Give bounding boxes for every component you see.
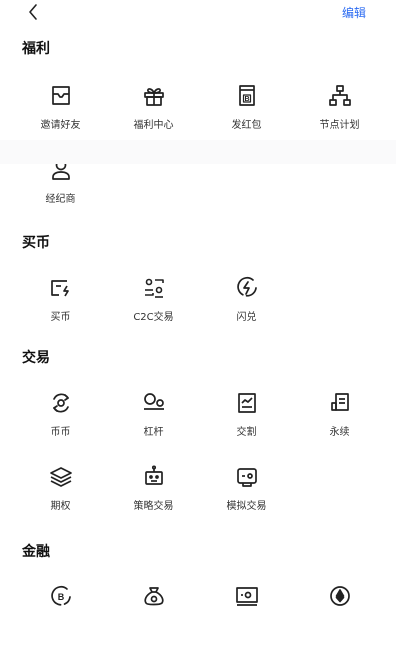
menu-item-label: 发红包 — [231, 120, 262, 131]
menu-item-finance-1[interactable]: B — [14, 576, 107, 650]
menu-item-buy-crypto[interactable]: 买币 — [14, 268, 107, 342]
menu-item-spot[interactable]: 币币 — [14, 383, 107, 457]
menu-item-delivery[interactable]: 交割 — [200, 383, 293, 457]
menu-item-label: 交割 — [236, 427, 257, 438]
menu-item-strategy-trading[interactable]: 策略交易 — [107, 457, 200, 531]
menu-item-label: 期权 — [50, 501, 71, 512]
section-title-welfare: 福利 — [22, 41, 50, 57]
red-packet-icon: B — [233, 82, 261, 110]
menu-item-label: 币币 — [50, 427, 71, 438]
menu-item-label: 模拟交易 — [226, 501, 267, 512]
perpetual-doc-icon — [326, 389, 354, 417]
menu-item-invite-friends[interactable]: 邀请好友 — [14, 76, 107, 150]
money-bag-icon — [140, 582, 168, 610]
menu-item-demo-trading[interactable]: 模拟交易 — [200, 457, 293, 531]
menu-item-finance-3[interactable] — [200, 576, 293, 650]
section-title-buy-crypto: 买币 — [22, 235, 50, 251]
section-title-trade: 交易 — [22, 350, 50, 366]
menu-item-label: C2C交易 — [133, 312, 174, 323]
menu-item-c2c[interactable]: C2C交易 — [107, 268, 200, 342]
back-chevron-icon[interactable] — [24, 2, 44, 22]
trade-grid: 币币 杠杆 交割 永续 期权 策略交易 模拟交易 — [14, 383, 386, 531]
menu-item-red-packet[interactable]: B 发红包 — [200, 76, 293, 150]
node-network-icon — [326, 82, 354, 110]
section-title-finance: 金融 — [22, 544, 50, 560]
delivery-chart-icon — [233, 389, 261, 417]
demo-trade-icon — [233, 463, 261, 491]
layers-icon — [47, 463, 75, 491]
menu-item-label: 经纪商 — [45, 194, 76, 205]
menu-item-welfare-center[interactable]: 福利中心 — [107, 76, 200, 150]
cash-icon — [233, 582, 261, 610]
menu-item-label: 杠杆 — [143, 427, 164, 438]
buy-crypto-grid: 买币 C2C交易 闪兑 — [14, 268, 386, 342]
menu-item-label: 永续 — [329, 427, 350, 438]
menu-item-perpetual[interactable]: 永续 — [293, 383, 386, 457]
menu-item-flash-swap[interactable]: 闪兑 — [200, 268, 293, 342]
menu-item-label: 邀请好友 — [40, 120, 81, 131]
spot-exchange-icon — [47, 389, 75, 417]
margin-icon — [140, 389, 168, 417]
c2c-icon — [140, 274, 168, 302]
buy-crypto-icon — [47, 274, 75, 302]
menu-item-label: 节点计划 — [319, 120, 360, 131]
menu-item-finance-4[interactable] — [293, 576, 386, 650]
menu-item-label: 闪兑 — [236, 312, 257, 323]
menu-item-label: 买币 — [50, 312, 71, 323]
robot-icon — [140, 463, 168, 491]
svg-text:B: B — [57, 592, 64, 602]
flash-swap-icon — [233, 274, 261, 302]
menu-item-label: 策略交易 — [133, 501, 174, 512]
menu-item-options[interactable]: 期权 — [14, 457, 107, 531]
envelope-icon — [47, 82, 75, 110]
menu-item-finance-2[interactable] — [107, 576, 200, 650]
top-bar: 编辑 — [0, 0, 396, 30]
gift-icon — [140, 82, 168, 110]
finance-grid: B — [14, 576, 386, 650]
menu-item-label: 福利中心 — [133, 120, 174, 131]
edit-button[interactable]: 编辑 — [342, 4, 366, 21]
ethereum-icon — [326, 582, 354, 610]
menu-item-node-plan[interactable]: 节点计划 — [293, 76, 386, 150]
bitcoin-coin-icon: B — [47, 582, 75, 610]
divider-band — [0, 140, 396, 164]
menu-item-margin[interactable]: 杠杆 — [107, 383, 200, 457]
